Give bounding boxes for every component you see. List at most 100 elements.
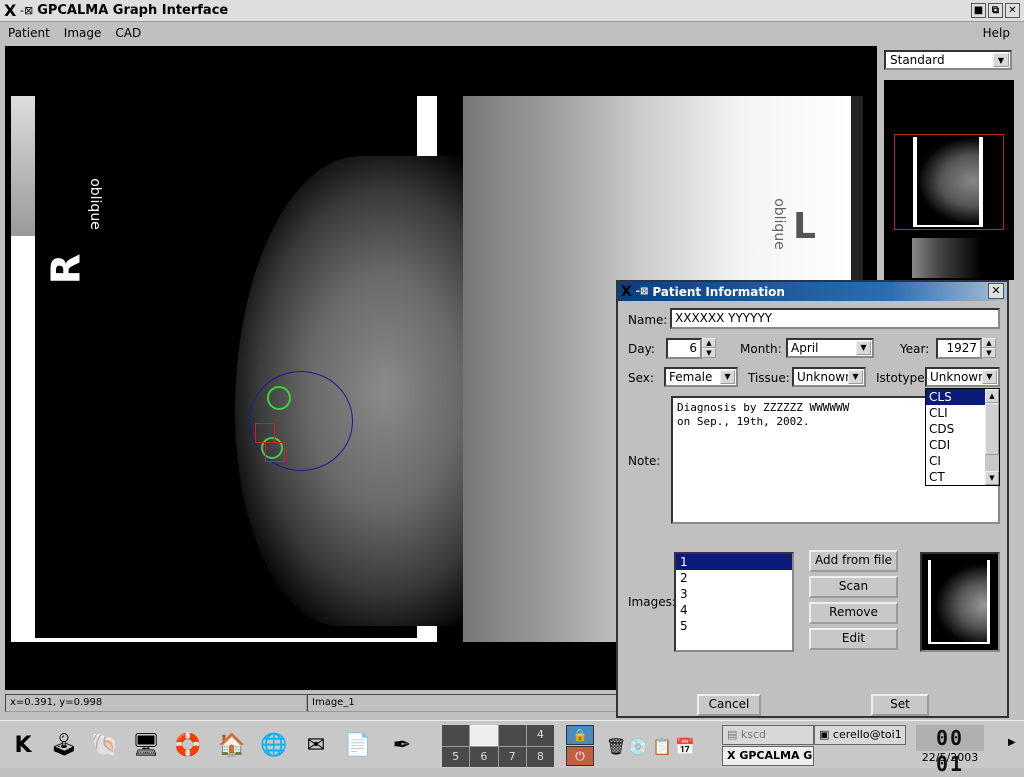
- thumbnail-selected[interactable]: [894, 134, 1004, 230]
- menu-patient[interactable]: Patient: [8, 26, 50, 40]
- scroll-track[interactable]: [985, 455, 999, 471]
- istotype-option[interactable]: CI: [926, 453, 986, 469]
- edit-button[interactable]: Edit: [809, 628, 898, 650]
- calendar-icon[interactable]: 📅: [675, 737, 695, 756]
- mass-marker[interactable]: [255, 423, 275, 443]
- sex-label: Sex:: [628, 371, 654, 385]
- set-button[interactable]: Set: [871, 694, 929, 716]
- down-arrow-icon[interactable]: ▼: [982, 348, 996, 358]
- system-monitor-icon[interactable]: 🖥: [129, 729, 163, 763]
- istotype-select[interactable]: Unknown ▼: [925, 367, 1000, 387]
- taskbar: K 🕹 🐚 🖥 🛟 🏠 🌐 ✉ 📄 ✒ 4 5 6 7 8 🔒 ⏻ 🗑 💿 📋 …: [0, 720, 1024, 776]
- desktop-4[interactable]: 4: [526, 725, 554, 746]
- image-list-item[interactable]: 5: [676, 618, 792, 634]
- cancel-button[interactable]: Cancel: [697, 694, 761, 716]
- desktop-3[interactable]: [498, 725, 526, 746]
- close-button[interactable]: ✕: [1005, 3, 1020, 18]
- images-list[interactable]: 1 2 3 4 5: [674, 552, 794, 652]
- image-list-item[interactable]: 1: [676, 554, 792, 570]
- image-list-item[interactable]: 2: [676, 570, 792, 586]
- kde-menu-icon[interactable]: K: [6, 729, 40, 763]
- remove-button[interactable]: Remove: [809, 602, 898, 624]
- cd-player-icon[interactable]: 💿: [628, 737, 648, 756]
- year-field[interactable]: 1927: [936, 338, 982, 359]
- maximize-button[interactable]: ⧉: [988, 3, 1003, 18]
- mass-marker[interactable]: [265, 442, 285, 462]
- day-stepper[interactable]: ▲ ▼: [702, 338, 716, 359]
- istotype-dropdown-list[interactable]: CLS CLI CDS CDI CI CT ▲ ▼: [925, 388, 1000, 486]
- konsole-icon[interactable]: 🐚: [88, 729, 122, 763]
- add-from-file-button[interactable]: Add from file: [809, 550, 898, 572]
- dialog-title: Patient Information: [652, 284, 785, 299]
- terminal-icon: ▣: [819, 728, 833, 741]
- tissue-select[interactable]: Unknown ▼: [792, 367, 866, 387]
- year-stepper[interactable]: ▲ ▼: [982, 338, 996, 359]
- image-list-item[interactable]: 3: [676, 586, 792, 602]
- scan-button[interactable]: Scan: [809, 576, 898, 598]
- images-label: Images:: [628, 595, 676, 609]
- home-folder-icon[interactable]: 🏠: [215, 729, 249, 763]
- minimize-button[interactable]: ■: [971, 3, 986, 18]
- menu-image[interactable]: Image: [64, 26, 102, 40]
- desktop-pager[interactable]: 4 5 6 7 8: [442, 725, 554, 767]
- mail-icon[interactable]: ✉: [299, 729, 333, 763]
- thumbnail-strip[interactable]: [884, 80, 1014, 280]
- task-gpcalma[interactable]: X GPCALMA G: [722, 746, 814, 766]
- desktop-7[interactable]: 7: [498, 746, 526, 767]
- day-field[interactable]: 6: [666, 338, 702, 359]
- name-field[interactable]: XXXXXX YYYYYY: [670, 308, 1000, 329]
- istotype-option[interactable]: CDI: [926, 437, 986, 453]
- up-arrow-icon[interactable]: ▲: [982, 338, 996, 348]
- istotype-option[interactable]: CLI: [926, 405, 986, 421]
- chevron-down-icon[interactable]: ▼: [856, 341, 871, 355]
- tissue-label: Tissue:: [748, 371, 790, 385]
- dropdown-scrollbar[interactable]: ▲ ▼: [985, 389, 999, 485]
- task-terminal[interactable]: ▣ cerello@toi1: [814, 725, 906, 745]
- web-browser-icon[interactable]: 🌐: [257, 729, 291, 763]
- task-kscd[interactable]: ▤ kscd: [722, 725, 814, 745]
- window-title: GPCALMA Graph Interface: [37, 3, 229, 18]
- dialog-titlebar: X -⊠ Patient Information ✕: [618, 282, 1007, 301]
- text-editor-icon[interactable]: ✒: [385, 729, 419, 763]
- year-label: Year:: [900, 342, 930, 356]
- trash-icon[interactable]: 🗑: [606, 737, 626, 756]
- istotype-option[interactable]: CDS: [926, 421, 986, 437]
- control-center-icon[interactable]: 🕹: [47, 729, 81, 763]
- scroll-up-icon[interactable]: ▲: [985, 389, 999, 403]
- sex-select[interactable]: Female ▼: [664, 367, 738, 387]
- close-icon[interactable]: ✕: [988, 283, 1004, 299]
- scroll-thumb[interactable]: [985, 403, 999, 455]
- image-list-item[interactable]: 4: [676, 602, 792, 618]
- desktop-5[interactable]: 5: [442, 746, 470, 767]
- istotype-option[interactable]: CT: [926, 469, 986, 485]
- istotype-option[interactable]: CLS: [926, 389, 986, 405]
- help-icon[interactable]: 🛟: [171, 729, 205, 763]
- desktop-6[interactable]: 6: [470, 746, 498, 767]
- thumbnail[interactable]: [912, 238, 982, 278]
- month-select[interactable]: April ▼: [786, 338, 874, 358]
- lock-icon[interactable]: 🔒: [566, 725, 594, 745]
- pin-icon[interactable]: -⊠: [636, 286, 649, 297]
- menu-cad[interactable]: CAD: [115, 26, 141, 40]
- desktop-2[interactable]: [470, 725, 498, 746]
- logout-icon[interactable]: ⏻: [566, 746, 594, 766]
- scroll-down-icon[interactable]: ▼: [985, 471, 999, 485]
- chevron-down-icon[interactable]: ▼: [993, 53, 1009, 67]
- down-arrow-icon[interactable]: ▼: [702, 348, 716, 358]
- mammogram-right[interactable]: R oblique: [11, 96, 465, 642]
- desktop-8[interactable]: 8: [526, 746, 554, 767]
- pin-icon[interactable]: -⊠: [20, 4, 33, 17]
- clipboard-icon[interactable]: 📋: [652, 737, 672, 756]
- chevron-down-icon[interactable]: ▼: [848, 370, 863, 384]
- desktop-1[interactable]: [442, 725, 470, 746]
- view-mode-select[interactable]: Standard ▼: [884, 50, 1012, 70]
- chevron-down-icon[interactable]: ▼: [982, 370, 997, 384]
- chevron-down-icon[interactable]: ▼: [720, 370, 735, 384]
- microcalcification-marker[interactable]: [267, 386, 291, 410]
- panel-arrow-right-icon[interactable]: ▶: [1008, 737, 1016, 748]
- istotype-label: Istotype:: [876, 371, 929, 385]
- up-arrow-icon[interactable]: ▲: [702, 338, 716, 348]
- documents-icon[interactable]: 📄: [341, 729, 375, 763]
- menu-help[interactable]: Help: [983, 26, 1010, 40]
- clock[interactable]: 00 01 22/5/2003: [916, 725, 984, 776]
